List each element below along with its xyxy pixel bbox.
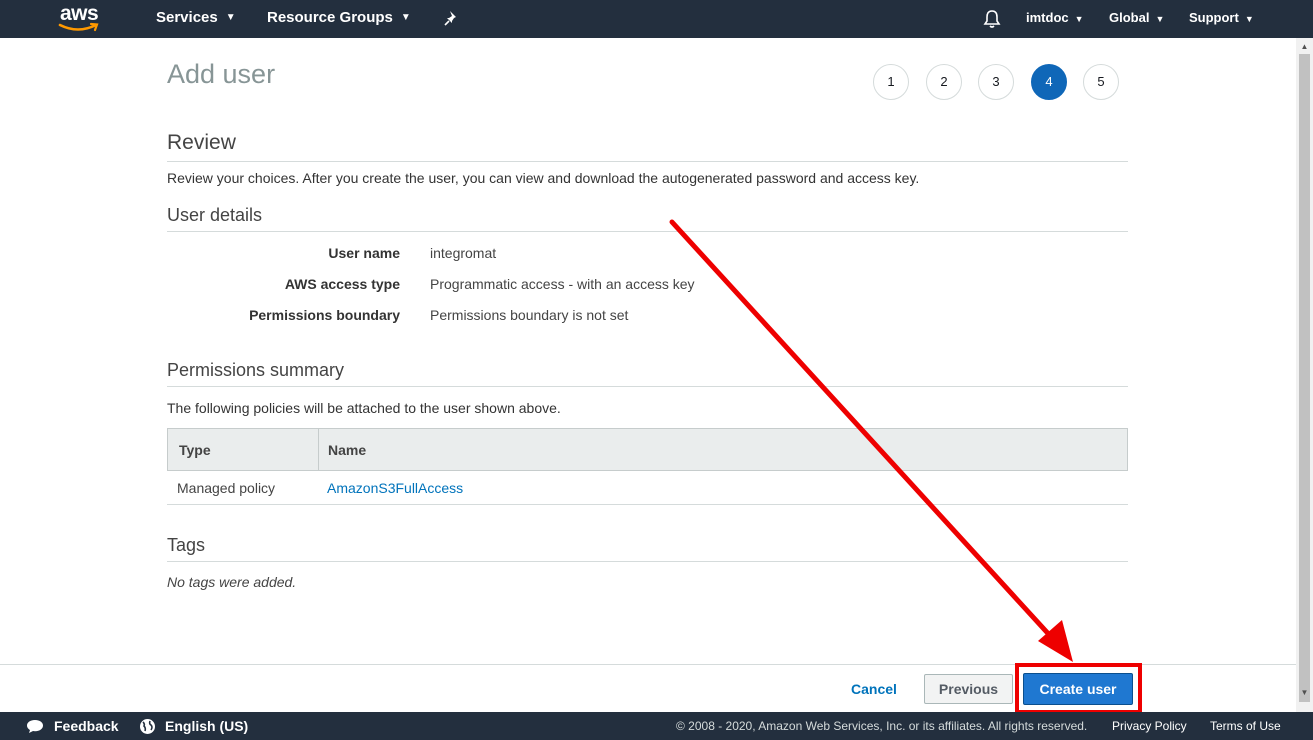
copyright-text: © 2008 - 2020, Amazon Web Services, Inc.…	[676, 719, 1088, 733]
services-label: Services	[156, 9, 218, 26]
tags-heading: Tags	[167, 535, 206, 555]
no-tags-text: No tags were added.	[167, 574, 297, 590]
divider	[167, 561, 1128, 562]
permissions-description: The following policies will be attached …	[167, 400, 561, 416]
cancel-button[interactable]: Cancel	[838, 678, 910, 700]
wizard-action-bar: Cancel Previous Create user	[0, 664, 1296, 712]
region-menu[interactable]: Global ▼	[1109, 0, 1164, 38]
divider	[167, 161, 1128, 162]
permissions-boundary-value: Permissions boundary is not set	[430, 307, 629, 323]
scrollbar[interactable]: ▲ ▼	[1296, 38, 1313, 712]
previous-button[interactable]: Previous	[924, 674, 1013, 704]
column-header-name: Name	[328, 442, 367, 458]
column-header-type: Type	[168, 429, 319, 470]
region-label: Global	[1109, 10, 1150, 25]
aws-smile-icon	[58, 22, 99, 32]
wizard-step-3[interactable]: 3	[978, 64, 1014, 100]
terms-of-use-link[interactable]: Terms of Use	[1210, 712, 1281, 740]
access-type-value: Programmatic access - with an access key	[430, 276, 695, 292]
wizard-step-2[interactable]: 2	[926, 64, 962, 100]
resource-groups-menu[interactable]: Resource Groups ▼	[267, 0, 411, 38]
permissions-summary-heading: Permissions summary	[167, 360, 345, 380]
globe-icon	[140, 719, 155, 734]
user-details-heading: User details	[167, 205, 263, 225]
table-row: Managed policy AmazonS3FullAccess	[167, 471, 1128, 505]
wizard-step-5[interactable]: 5	[1083, 64, 1119, 100]
policy-name-link[interactable]: AmazonS3FullAccess	[327, 480, 463, 496]
chevron-down-icon: ▼	[1074, 13, 1084, 24]
resource-groups-label: Resource Groups	[267, 9, 393, 26]
pin-icon[interactable]	[444, 10, 460, 26]
divider	[167, 386, 1128, 387]
permissions-boundary-label: Permissions boundary	[249, 307, 400, 323]
user-name-value: integromat	[430, 245, 497, 261]
privacy-policy-link[interactable]: Privacy Policy	[1112, 712, 1187, 740]
page-title: Add user	[167, 59, 276, 89]
services-menu[interactable]: Services ▼	[156, 0, 236, 38]
chevron-down-icon: ▼	[1155, 13, 1165, 24]
table-header: Type Name	[167, 428, 1128, 471]
create-user-button[interactable]: Create user	[1023, 673, 1133, 705]
scroll-up-arrow-icon[interactable]: ▲	[1296, 42, 1313, 52]
support-menu[interactable]: Support ▼	[1189, 0, 1254, 38]
chevron-down-icon: ▼	[1244, 13, 1254, 24]
divider	[167, 231, 1128, 232]
account-menu[interactable]: imtdoc ▼	[1026, 0, 1084, 38]
access-type-label: AWS access type	[284, 276, 400, 292]
feedback-link[interactable]: Feedback	[54, 712, 119, 740]
account-label: imtdoc	[1026, 10, 1069, 25]
wizard-step-4-active[interactable]: 4	[1031, 64, 1067, 100]
aws-logo[interactable]: aws	[58, 2, 104, 34]
language-selector[interactable]: English (US)	[165, 712, 248, 740]
feedback-bubble-icon	[27, 720, 43, 733]
top-navigation: aws Services ▼ Resource Groups ▼ imtdoc ▼ G…	[0, 0, 1313, 38]
chevron-down-icon: ▼	[400, 12, 411, 24]
wizard-step-1[interactable]: 1	[873, 64, 909, 100]
scroll-down-arrow-icon[interactable]: ▼	[1296, 688, 1313, 698]
scrollbar-thumb[interactable]	[1299, 54, 1310, 702]
support-label: Support	[1189, 10, 1239, 25]
review-heading: Review	[167, 131, 236, 154]
footer: Feedback English (US) © 2008 - 2020, Ama…	[0, 712, 1313, 740]
chevron-down-icon: ▼	[225, 12, 236, 24]
user-name-label: User name	[328, 245, 400, 261]
bell-icon[interactable]	[983, 9, 1001, 29]
policy-type-cell: Managed policy	[177, 480, 276, 496]
review-description: Review your choices. After you create th…	[167, 170, 920, 186]
